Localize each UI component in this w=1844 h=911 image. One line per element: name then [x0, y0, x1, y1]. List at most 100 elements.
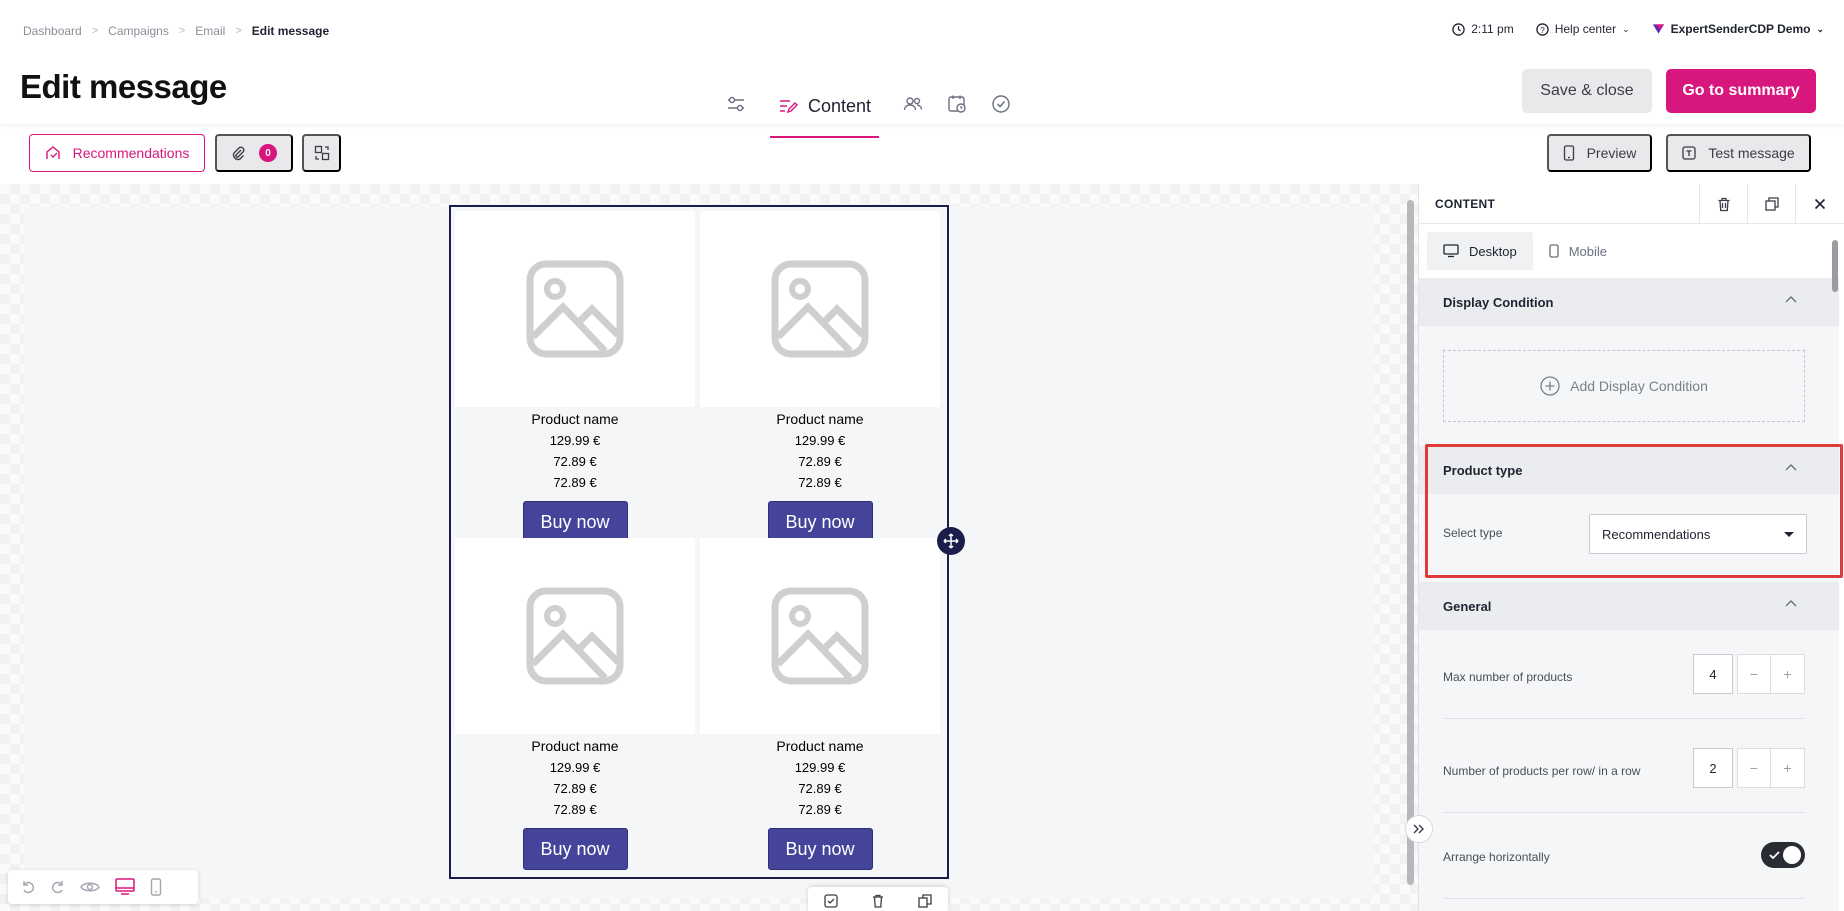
preview-label: Preview — [1586, 145, 1637, 161]
redo-icon[interactable] — [50, 879, 66, 895]
save-close-button[interactable]: Save & close — [1522, 69, 1652, 113]
recommendations-button[interactable]: Recommendations — [29, 134, 205, 172]
clock-icon — [1452, 22, 1465, 36]
chevron-right-icon: > — [91, 25, 99, 37]
product-card[interactable]: Product name 129.99 € 72.89 € 72.89 € Bu… — [700, 211, 940, 543]
chevron-up-icon — [1785, 296, 1797, 303]
mobile-icon — [1549, 244, 1559, 258]
tab-desktop[interactable]: Desktop — [1427, 232, 1533, 270]
increment-button[interactable]: + — [1771, 654, 1805, 694]
buy-now-button[interactable]: Buy now — [522, 828, 628, 870]
mobile-view-icon[interactable] — [150, 878, 162, 896]
add-display-condition-button[interactable]: Add Display Condition — [1443, 350, 1805, 422]
chevron-down-icon: ⌄ — [1816, 23, 1824, 34]
close-icon[interactable] — [1795, 184, 1843, 224]
current-time: 2:11 pm — [1471, 22, 1514, 36]
product-price-sale: 72.89 € — [798, 475, 842, 490]
tab-mobile-label: Mobile — [1568, 243, 1607, 259]
product-price: 129.99 € — [549, 433, 601, 448]
go-to-summary-button[interactable]: Go to summary — [1666, 69, 1816, 113]
trash-icon[interactable] — [1699, 184, 1747, 224]
display-condition-header[interactable]: Display Condition — [1419, 278, 1839, 326]
step-settings[interactable] — [726, 86, 746, 122]
breadcrumb-dashboard[interactable]: Dashboard — [23, 24, 82, 38]
image-placeholder-icon — [455, 211, 695, 407]
desktop-view-icon[interactable] — [114, 878, 136, 896]
per-row-value[interactable]: 2 — [1693, 748, 1733, 788]
buy-now-button[interactable]: Buy now — [522, 501, 628, 543]
decrement-button[interactable]: − — [1737, 654, 1771, 694]
page-title: Edit message — [20, 68, 227, 105]
product-card[interactable]: Product name 129.99 € 72.89 € 72.89 € Bu… — [455, 538, 695, 870]
per-row-label: Number of products per row/ in a row — [1443, 764, 1641, 778]
max-products-value[interactable]: 4 — [1693, 654, 1733, 694]
help-icon: ? — [1535, 22, 1549, 36]
wizard-steps: Content — [726, 70, 1035, 138]
decrement-button[interactable]: − — [1737, 748, 1771, 788]
clock: 2:11 pm — [1452, 22, 1514, 36]
view-toolbar — [8, 870, 198, 904]
add-display-condition-label: Add Display Condition — [1570, 378, 1708, 394]
step-summary[interactable] — [991, 86, 1011, 122]
test-message-label: Test message — [1708, 145, 1795, 161]
account-name: ExpertSenderCDP Demo — [1670, 22, 1811, 36]
max-products-stepper: 4 − + — [1693, 654, 1805, 694]
per-row-stepper: 2 − + — [1693, 748, 1805, 788]
save-block-icon[interactable] — [824, 893, 838, 911]
canvas-scrollbar[interactable] — [1407, 200, 1414, 885]
product-name: Product name — [776, 411, 864, 427]
product-name: Product name — [531, 411, 619, 427]
eye-icon[interactable] — [80, 879, 100, 895]
image-placeholder-icon — [700, 211, 940, 407]
content-settings-panel: CONTENT Desktop Mobile Display Condition… — [1418, 184, 1844, 911]
duplicate-icon[interactable] — [1747, 184, 1795, 224]
product-price-sale: 72.89 € — [553, 802, 597, 817]
step-schedule[interactable] — [947, 86, 967, 122]
desktop-icon — [1443, 244, 1459, 258]
increment-button[interactable]: + — [1771, 748, 1805, 788]
step-audience[interactable] — [903, 86, 923, 122]
test-message-button[interactable]: Test message — [1666, 134, 1811, 172]
move-handle-icon[interactable] — [937, 527, 965, 555]
product-card[interactable]: Product name 129.99 € 72.89 € 72.89 € Bu… — [455, 211, 695, 543]
recommendations-label: Recommendations — [72, 145, 190, 161]
buy-now-button[interactable]: Buy now — [767, 501, 873, 543]
chevron-up-icon — [1785, 600, 1797, 607]
product-price-sale: 72.89 € — [798, 454, 842, 469]
help-center-menu[interactable]: ? Help center ⌄ — [1535, 22, 1630, 36]
image-placeholder-icon — [455, 538, 695, 734]
panel-scrollbar[interactable] — [1832, 240, 1838, 292]
undo-icon[interactable] — [20, 879, 36, 895]
help-center-label: Help center — [1554, 22, 1617, 36]
phone-icon — [1563, 145, 1574, 161]
breadcrumb-campaigns[interactable]: Campaigns — [108, 24, 169, 38]
tab-mobile[interactable]: Mobile — [1533, 232, 1623, 270]
chevron-right-icon: > — [178, 25, 186, 37]
general-header[interactable]: General — [1419, 582, 1839, 630]
test-message-icon — [1682, 146, 1696, 160]
breadcrumb-email[interactable]: Email — [195, 24, 225, 38]
delete-block-icon[interactable] — [871, 894, 885, 911]
product-card[interactable]: Product name 129.99 € 72.89 € 72.89 € Bu… — [700, 538, 940, 870]
calendar-clock-icon — [948, 95, 966, 113]
layout-switch-button[interactable] — [302, 134, 341, 172]
recommendation-block[interactable]: Product name 129.99 € 72.89 € 72.89 € Bu… — [449, 205, 949, 879]
buy-now-button[interactable]: Buy now — [767, 828, 873, 870]
device-tabs: Desktop Mobile — [1427, 232, 1623, 270]
step-content-label: Content — [808, 95, 872, 116]
breadcrumb-current: Edit message — [251, 24, 330, 38]
expand-panel-button[interactable] — [1405, 815, 1433, 843]
account-menu[interactable]: ExpertSenderCDP Demo ⌄ — [1652, 22, 1824, 36]
arrange-horizontally-toggle[interactable] — [1761, 842, 1805, 868]
chevron-right-icon: > — [235, 25, 242, 37]
top-bar: Dashboard > Campaigns > Email > Edit mes… — [0, 0, 1844, 138]
product-price-sale: 72.89 € — [798, 781, 842, 796]
product-price-sale: 72.89 € — [553, 454, 597, 469]
panel-header: CONTENT — [1419, 184, 1844, 224]
duplicate-block-icon[interactable] — [917, 893, 932, 911]
display-condition-title: Display Condition — [1443, 294, 1554, 310]
preview-button[interactable]: Preview — [1547, 134, 1652, 172]
step-content[interactable]: Content — [770, 86, 880, 138]
attachments-button[interactable]: 0 — [215, 134, 293, 172]
chevron-down-icon: ⌄ — [1622, 23, 1630, 34]
